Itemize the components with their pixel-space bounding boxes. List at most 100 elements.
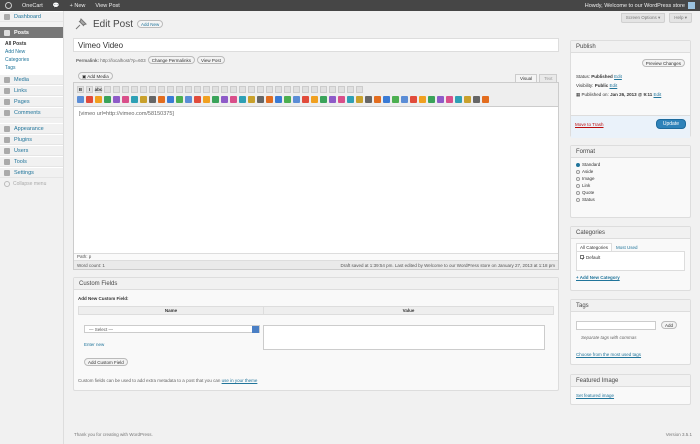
shortcode-button[interactable] — [185, 96, 192, 103]
shortcode-button[interactable] — [257, 96, 264, 103]
edit-date-link[interactable]: Edit — [654, 92, 662, 97]
shortcode-button[interactable] — [464, 96, 471, 103]
shortcode-button[interactable] — [437, 96, 444, 103]
format-standard[interactable]: Standard — [571, 161, 690, 168]
edit-visibility-link[interactable]: Edit — [609, 83, 617, 88]
post-title-input[interactable]: Vimeo Video — [73, 38, 559, 52]
menu-item-tools[interactable]: Tools — [0, 156, 63, 167]
toolbar-button[interactable] — [293, 86, 300, 93]
toolbar-button[interactable] — [275, 86, 282, 93]
view-post-button[interactable]: View Post — [196, 56, 225, 64]
use-in-theme-link[interactable]: use in your theme — [222, 378, 258, 383]
shortcode-button[interactable] — [374, 96, 381, 103]
toolbar-button[interactable] — [338, 86, 345, 93]
meta-key-select[interactable]: — Select — — [84, 325, 260, 333]
menu-item-appearance[interactable]: Appearance — [0, 123, 63, 134]
menu-item-dashboard[interactable]: Dashboard — [0, 11, 63, 22]
format-quote[interactable]: Quote — [571, 189, 690, 196]
toolbar-button[interactable] — [302, 86, 309, 93]
custom-fields-title[interactable]: Custom Fields — [74, 278, 558, 290]
shortcode-button[interactable] — [248, 96, 255, 103]
shortcode-button[interactable] — [311, 96, 318, 103]
preview-changes-button[interactable]: Preview Changes — [641, 59, 685, 67]
publish-title[interactable]: Publish — [571, 41, 690, 53]
toolbar-button[interactable] — [239, 86, 246, 93]
shortcode-button[interactable] — [392, 96, 399, 103]
shortcode-button[interactable] — [86, 96, 93, 103]
set-featured-image-link[interactable]: Set featured image — [576, 393, 614, 398]
featured-image-title[interactable]: Featured Image — [571, 375, 690, 387]
categories-title[interactable]: Categories — [571, 227, 690, 239]
menu-item-media[interactable]: Media — [0, 74, 63, 85]
shortcode-button[interactable] — [158, 96, 165, 103]
shortcode-button[interactable] — [365, 96, 372, 103]
editor-content[interactable]: [vimeo url=http://vimeo.com/58150375] — [74, 107, 558, 240]
shortcode-button[interactable] — [176, 96, 183, 103]
strikethrough-button[interactable]: abc — [95, 86, 102, 93]
toolbar-button[interactable] — [230, 86, 237, 93]
most-used-tags-link[interactable]: Choose from the most used tags — [576, 352, 641, 357]
shortcode-button[interactable] — [77, 96, 84, 103]
menu-item-links[interactable]: Links — [0, 85, 63, 96]
menu-item-settings[interactable]: Settings — [0, 167, 63, 178]
submenu-tags[interactable]: Tags — [5, 64, 63, 72]
shortcode-button[interactable] — [167, 96, 174, 103]
shortcode-button[interactable] — [329, 96, 336, 103]
shortcode-button[interactable] — [419, 96, 426, 103]
toolbar-button[interactable] — [131, 86, 138, 93]
shortcode-button[interactable] — [410, 96, 417, 103]
bold-button[interactable]: B — [77, 86, 84, 93]
new-content-link[interactable]: + New — [65, 0, 91, 11]
update-button[interactable]: Update — [655, 119, 686, 129]
toolbar-button[interactable] — [266, 86, 273, 93]
submenu-categories[interactable]: Categories — [5, 56, 63, 64]
toolbar-button[interactable] — [149, 86, 156, 93]
shortcode-button[interactable] — [302, 96, 309, 103]
toolbar-button[interactable] — [347, 86, 354, 93]
enter-new-link[interactable]: Enter new — [84, 342, 104, 347]
shortcode-button[interactable] — [122, 96, 129, 103]
shortcode-button[interactable] — [275, 96, 282, 103]
shortcode-button[interactable] — [428, 96, 435, 103]
toolbar-button[interactable] — [221, 86, 228, 93]
shortcode-button[interactable] — [347, 96, 354, 103]
screen-options-tab[interactable]: Screen Options ▾ — [620, 13, 666, 23]
shortcode-button[interactable] — [401, 96, 408, 103]
shortcode-button[interactable] — [455, 96, 462, 103]
toolbar-button[interactable] — [122, 86, 129, 93]
comments-link[interactable]: 💬 — [48, 0, 65, 11]
menu-item-users[interactable]: Users — [0, 145, 63, 156]
shortcode-button[interactable] — [95, 96, 102, 103]
shortcode-button[interactable] — [446, 96, 453, 103]
menu-item-comments[interactable]: Comments — [0, 107, 63, 118]
format-status[interactable]: Status — [571, 196, 690, 203]
tags-title[interactable]: Tags — [571, 300, 690, 312]
shortcode-button[interactable] — [203, 96, 210, 103]
tab-all-categories[interactable]: All Categories — [576, 243, 613, 251]
shortcode-button[interactable] — [293, 96, 300, 103]
checkbox-checked-icon[interactable]: ✓ — [580, 255, 585, 261]
shortcode-button[interactable] — [131, 96, 138, 103]
move-to-trash-link[interactable]: Move to Trash — [575, 122, 604, 127]
toolbar-button[interactable] — [284, 86, 291, 93]
add-new-button[interactable]: Add New — [137, 20, 164, 28]
tab-text[interactable]: Text — [539, 74, 558, 82]
toolbar-button[interactable] — [104, 86, 111, 93]
toolbar-button[interactable] — [140, 86, 147, 93]
toolbar-button[interactable] — [212, 86, 219, 93]
toolbar-button[interactable] — [311, 86, 318, 93]
toolbar-button[interactable] — [113, 86, 120, 93]
tab-visual[interactable]: Visual — [515, 74, 538, 82]
shortcode-button[interactable] — [239, 96, 246, 103]
menu-item-pages[interactable]: Pages — [0, 96, 63, 107]
shortcode-button[interactable] — [149, 96, 156, 103]
add-media-button[interactable]: ▣ Add Media — [78, 72, 113, 80]
change-permalinks-button[interactable]: Change Permalinks — [147, 56, 195, 64]
shortcode-button[interactable] — [338, 96, 345, 103]
toolbar-button[interactable] — [257, 86, 264, 93]
shortcode-button[interactable] — [140, 96, 147, 103]
toolbar-button[interactable] — [329, 86, 336, 93]
shortcode-button[interactable] — [221, 96, 228, 103]
shortcode-button[interactable] — [356, 96, 363, 103]
shortcode-button[interactable] — [383, 96, 390, 103]
